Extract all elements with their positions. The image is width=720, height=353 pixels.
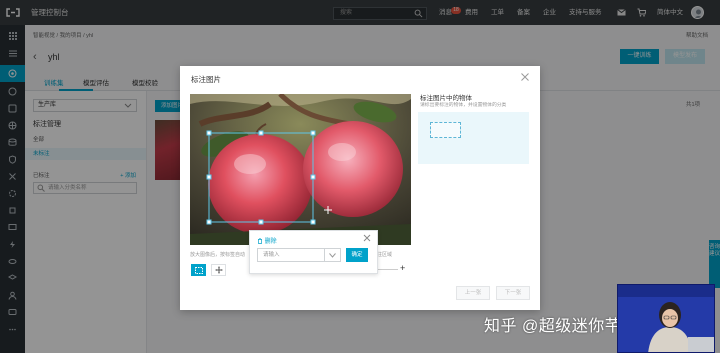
presenter-video: [618, 285, 714, 352]
dialog-title: 标注图片: [191, 75, 221, 84]
move-tool[interactable]: [211, 264, 226, 276]
annotation-canvas[interactable]: [190, 94, 411, 245]
delete-region-button[interactable]: 删除: [257, 236, 277, 245]
category-select-placeholder: 请输入: [263, 252, 280, 258]
chevron-down-icon: [324, 249, 340, 261]
rectangle-icon: [194, 266, 203, 274]
category-select[interactable]: 请输入: [257, 248, 341, 262]
close-icon[interactable]: [363, 234, 371, 242]
objects-panel-subtitle: 请标出要标注的物体，并设置物体的分类: [420, 103, 507, 108]
close-icon[interactable]: [520, 72, 530, 82]
object-region-item[interactable]: [430, 122, 461, 138]
next-image-button[interactable]: 下一张: [496, 286, 530, 300]
draw-rectangle-tool[interactable]: [191, 264, 206, 276]
delete-label: 删除: [264, 239, 277, 245]
webcam-overlay: [617, 284, 715, 353]
objects-list: [418, 112, 529, 164]
move-icon: [215, 266, 222, 274]
hint-text-left: 放大图像后，按标签自动: [190, 252, 246, 258]
confirm-button[interactable]: 确定: [346, 248, 368, 262]
zoom-in-icon[interactable]: +: [400, 263, 405, 273]
zoom-slider[interactable]: [378, 269, 398, 270]
previous-image-button[interactable]: 上一张: [456, 286, 490, 300]
apple-photo: [190, 94, 411, 245]
label-popup: 删除 请输入 确定: [249, 230, 378, 274]
trash-icon: [258, 238, 262, 244]
